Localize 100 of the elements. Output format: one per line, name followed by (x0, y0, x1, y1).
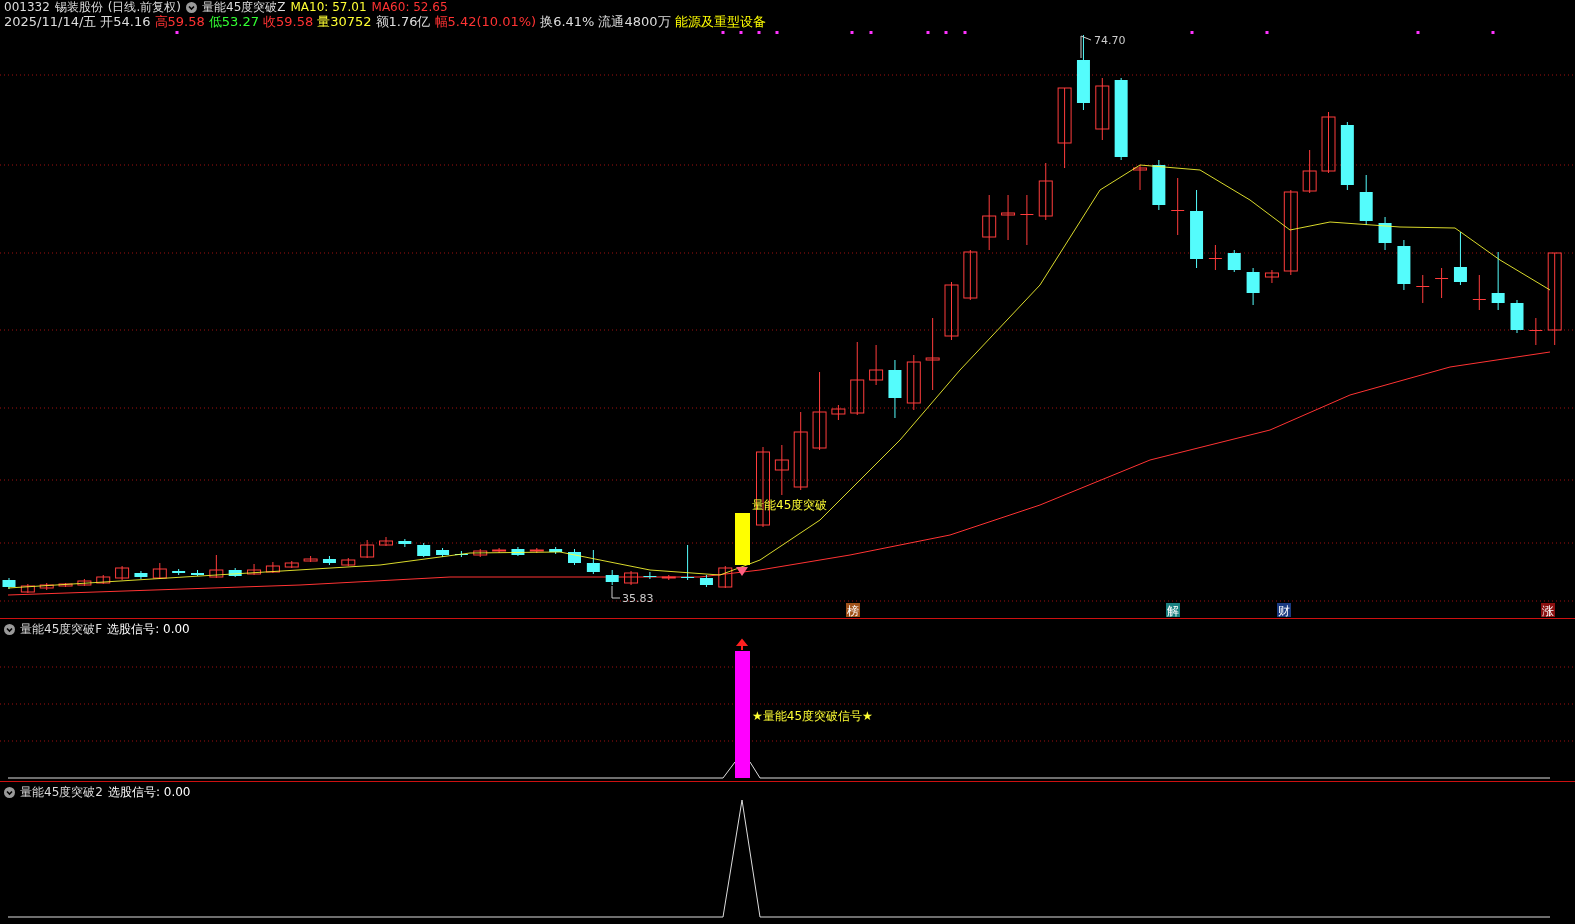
candlestick (209, 554, 224, 579)
candlestick (247, 563, 262, 576)
candlestick (1321, 111, 1336, 174)
collapse-icon[interactable] (186, 1, 197, 13)
event-tag[interactable]: 财 (1277, 603, 1291, 618)
candlestick (322, 555, 336, 566)
candlestick (360, 539, 375, 559)
candlestick (1208, 244, 1222, 271)
candlestick (398, 538, 412, 548)
quote-value: 换6.41% (540, 13, 595, 31)
candlestick (549, 546, 563, 555)
leader-line (611, 585, 621, 599)
high-price-label: 74.70 (1094, 34, 1126, 47)
moving-average-value: MA10: 57.01 (290, 0, 367, 14)
candlestick (473, 548, 488, 558)
candlestick (1491, 251, 1505, 311)
candlestick (963, 249, 978, 301)
candlestick (529, 547, 544, 554)
event-tag[interactable]: 解 (1166, 603, 1180, 618)
candlestick (265, 561, 280, 574)
candlestick (417, 542, 431, 558)
candlestick (661, 574, 676, 581)
candlestick (284, 560, 299, 569)
candlestick (1171, 177, 1185, 236)
stock-code: 001332 (4, 0, 50, 14)
quote-value: 额1.76亿 (375, 13, 431, 31)
candlestick (39, 582, 54, 591)
candlestick (1416, 274, 1430, 304)
triangle-marker-icon (736, 567, 748, 576)
candlestick (1227, 249, 1241, 273)
quote-value: 高59.58 (154, 13, 205, 31)
candlestick (982, 194, 997, 251)
collapse-icon[interactable] (4, 787, 15, 798)
candlestick (624, 570, 639, 586)
candlestick (906, 354, 921, 411)
leader-line (1080, 35, 1092, 59)
indicator-name: 量能45度突破F (20, 621, 103, 638)
candlestick (1378, 216, 1392, 251)
candlestick (96, 574, 111, 585)
candlestick (1246, 267, 1260, 306)
candlestick (1510, 299, 1524, 334)
candlestick (2, 577, 16, 590)
quote-value: 收59.58 (262, 13, 314, 31)
candlestick (869, 344, 884, 386)
candlestick (1038, 162, 1053, 221)
candlestick (1001, 194, 1016, 241)
candlestick (1397, 239, 1411, 291)
candlestick (1264, 269, 1279, 284)
candlestick (303, 555, 318, 563)
candlestick (191, 569, 204, 577)
candlestick (1020, 194, 1034, 246)
candlestick (1529, 317, 1543, 346)
candlestick (831, 404, 846, 421)
candlestick (341, 557, 356, 567)
quote-value: 流通4800万 (598, 13, 671, 31)
candlestick (511, 546, 525, 557)
moving-average-value: MA60: 52.65 (371, 0, 448, 14)
indicator-name: 量能45度突破2 (20, 784, 103, 801)
indicator-reading: 选股信号: 0.00 (107, 784, 191, 801)
candlestick (586, 549, 600, 575)
candlestick (436, 547, 450, 558)
candlestick (1095, 77, 1110, 141)
candlestick (1302, 149, 1317, 194)
event-tag[interactable]: 榜 (846, 603, 860, 618)
collapse-icon[interactable] (4, 624, 15, 635)
event-tag[interactable]: 涨 (1541, 603, 1555, 618)
indicator-name: 量能45度突破Z (202, 0, 286, 15)
candlestick (58, 582, 73, 588)
candlestick (1340, 121, 1354, 191)
candlestick (1453, 231, 1467, 286)
quote-value: 开54.16 (100, 13, 151, 31)
candlestick (1472, 274, 1486, 311)
signal-label: ★量能45度突破信号★ (752, 709, 873, 723)
candlestick (699, 574, 713, 588)
candlestick (172, 568, 186, 576)
candlestick (944, 281, 959, 341)
candlestick (134, 570, 148, 580)
candlestick (643, 571, 657, 580)
candlestick (492, 547, 507, 554)
arrow-up-icon (737, 638, 747, 651)
chart-period: (日线.前复权) (107, 0, 181, 15)
quote-value: 低53.27 (208, 13, 259, 31)
quote-value: 量30752 (317, 13, 372, 31)
candlestick (605, 569, 619, 586)
candlestick (568, 548, 581, 566)
candlestick (1435, 267, 1449, 299)
candlestick (1133, 164, 1147, 191)
candlestick (77, 578, 92, 587)
candlestick (774, 444, 789, 496)
candlestick (152, 562, 167, 580)
stock-name: 锡装股份 (54, 0, 103, 16)
candlestick (718, 565, 733, 589)
quote-value: 能源及重型设备 (674, 13, 766, 31)
candlestick (228, 567, 242, 578)
candlestick (115, 565, 130, 581)
low-price-label: 35.83 (622, 592, 654, 605)
candlestick (20, 583, 35, 594)
candlestick (379, 536, 393, 547)
indicator-reading: 选股信号: 0.00 (107, 621, 190, 638)
quote-value: 幅5.42(10.01%) (434, 13, 537, 31)
